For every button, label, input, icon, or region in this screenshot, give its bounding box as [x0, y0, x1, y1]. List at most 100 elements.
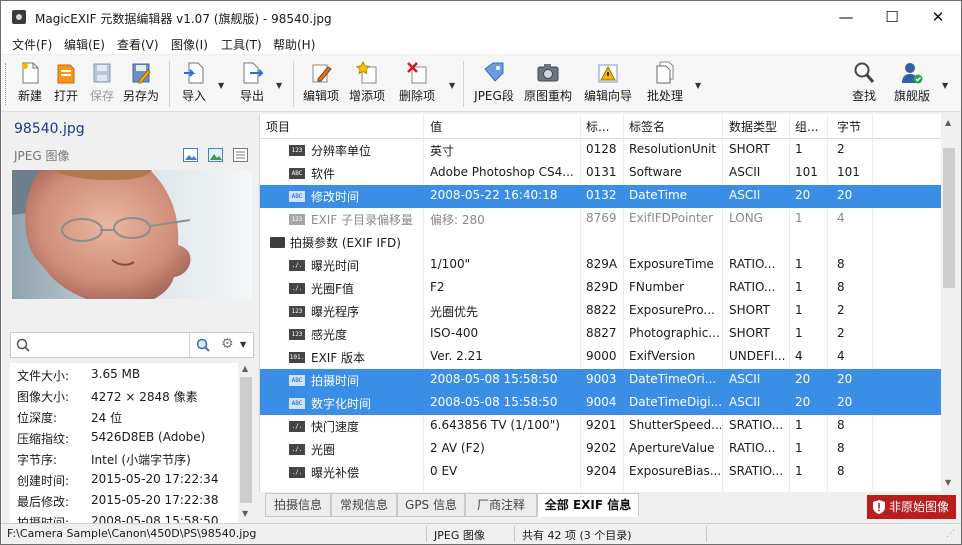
magnifier-icon [854, 62, 875, 83]
bytes-cell: 2 [837, 142, 845, 156]
tag-cell: 9201 [586, 418, 617, 432]
find-button[interactable]: 查找 [849, 59, 879, 109]
count-cell: 1 [795, 280, 803, 294]
menu-tools[interactable]: 工具(T) [221, 36, 262, 53]
table-row[interactable]: ABC 数字化时间 2008-05-08 15:58:50 9004 DateTimeD… [260, 392, 942, 415]
type-cell: SHORT [729, 142, 770, 156]
item-cell: 光圈 [311, 443, 336, 457]
property-label: 拍摄时间: [17, 516, 70, 523]
jpeg-section-button[interactable]: JPEG段 [473, 59, 515, 109]
tab-general-info[interactable]: 常规信息 [331, 493, 397, 517]
table-row[interactable]: 123 感光度 ISO-400 8827 Photographic... SHORT 1 2 [260, 323, 942, 346]
table-row[interactable]: ./. 光圈F值 F2 829D FNumber RATIO... 1 8 [260, 277, 942, 300]
col-item[interactable]: 项目 [266, 118, 290, 135]
tag-cell: 8822 [586, 303, 617, 317]
scroll-up-icon[interactable]: ▲ [242, 364, 248, 373]
tag-cell: 9000 [586, 349, 617, 363]
col-value[interactable]: 值 [430, 118, 442, 135]
table-row[interactable]: ABC 拍摄时间 2008-05-08 15:58:50 9003 DateTimeOr… [260, 369, 942, 392]
table-row[interactable]: 101. EXIF 版本 Ver. 2.21 9000 ExifVersion UNDEF… [260, 346, 942, 369]
batch-button[interactable]: 批处理 [645, 59, 685, 109]
search-field[interactable]: ⚙ ▼ [10, 332, 254, 358]
menu-edit[interactable]: 编辑(E) [64, 36, 105, 53]
col-data-type[interactable]: 数据类型 [729, 118, 777, 135]
open-button[interactable]: 打开 [51, 59, 81, 109]
tab-gps-info[interactable]: GPS 信息 [397, 493, 465, 517]
table-row[interactable]: ./. 曝光时间 1/100" 829A ExposureTime RATIO... 1 8 [260, 254, 942, 277]
property-label: 创建时间: [17, 474, 70, 488]
minimize-button[interactable]: — [823, 1, 869, 33]
rebuild-button[interactable]: 原图重构 [523, 59, 573, 109]
image-view-icon[interactable] [183, 148, 198, 162]
menu-help[interactable]: 帮助(H) [273, 36, 315, 53]
settings-dropdown-icon[interactable]: ▼ [240, 340, 246, 349]
save-button[interactable]: 保存 [87, 59, 117, 109]
properties-scroll-thumb[interactable] [240, 377, 252, 503]
toolbar-grip[interactable] [5, 63, 8, 105]
tab-all-exif[interactable]: 全部 EXIF 信息 [537, 493, 639, 517]
properties-scrollbar[interactable]: ▲ ▼ [239, 363, 253, 523]
type-cell: SRATIO... [729, 418, 784, 432]
new-button[interactable]: 新建 [15, 59, 45, 109]
table-row[interactable]: ./. 光圈 2 AV (F2) 9202 ApertureValue RATIO... 1… [260, 438, 942, 461]
item-cell: 曝光时间 [311, 259, 360, 273]
tab-shooting-info[interactable]: 拍摄信息 [265, 493, 331, 517]
table-row[interactable]: ABC 修改时间 2008-05-22 16:40:18 0132 DateTime AS… [260, 185, 942, 208]
edition-dropdown-icon[interactable]: ▼ [942, 81, 948, 90]
export-dropdown-icon[interactable]: ▼ [276, 81, 282, 90]
app-window: MagicEXIF 元数据编辑器 v1.07 (旗舰版) - 98540.jpg… [0, 0, 962, 545]
col-bytes[interactable]: 字节 [837, 118, 861, 135]
col-tag[interactable]: 标... [586, 118, 609, 135]
status-count: 共有 42 项 (3 个目录) [522, 529, 632, 542]
add-item-button[interactable]: 增添项 [347, 59, 387, 109]
table-group-row[interactable]: 拍摄参数 (EXIF IFD) [260, 231, 942, 254]
table-row[interactable]: ./. 快门速度 6.643856 TV (1/100") 9201 ShutterSp… [260, 415, 942, 438]
table-scroll-up-icon[interactable]: ▲ [945, 118, 951, 127]
value-type-icon: ABC [289, 375, 305, 386]
close-button[interactable]: ✕ [915, 1, 961, 33]
import-dropdown-icon[interactable]: ▼ [218, 81, 224, 90]
type-cell: SHORT [729, 326, 770, 340]
import-button[interactable]: 导入 [179, 59, 209, 109]
export-button[interactable]: 导出 [237, 59, 267, 109]
property-value: 5426D8EB (Adobe) [91, 430, 206, 444]
menu-file[interactable]: 文件(F) [12, 36, 52, 53]
menu-image[interactable]: 图像(I) [171, 36, 208, 53]
search-options-icon[interactable] [195, 337, 211, 353]
table-scroll-thumb[interactable] [943, 148, 955, 288]
maximize-button[interactable]: ☐ [869, 1, 915, 33]
settings-gear-icon[interactable]: ⚙ [221, 336, 234, 352]
more-dropdown-icon[interactable]: ▼ [449, 81, 455, 90]
table-row[interactable]: ./. 曝光补偿 0 EV 9204 ExposureBias... SRATIO... 1… [260, 461, 942, 484]
table-row[interactable]: 123 曝光程序 光圈优先 8822 ExposurePro... SHORT 1 2 [260, 300, 942, 323]
delete-item-button[interactable]: 删除项 [397, 59, 437, 109]
picture-view-icon[interactable] [208, 148, 223, 162]
save-disk-icon [93, 63, 111, 83]
edit-item-button[interactable]: 编辑项 [301, 59, 341, 109]
non-original-badge[interactable]: 非原始图像 [867, 495, 956, 519]
edition-button[interactable]: 旗舰版 [891, 59, 933, 109]
table-row[interactable]: 123 分辨率单位 英寸 0128 ResolutionUnit SHORT 1 2 [260, 139, 942, 162]
menu-view[interactable]: 查看(V) [117, 36, 159, 53]
count-cell: 1 [795, 326, 803, 340]
details-view-icon[interactable] [233, 148, 248, 162]
col-count[interactable]: 组... [795, 118, 818, 135]
col-tag-name[interactable]: 标签名 [629, 118, 665, 135]
save-as-button[interactable]: 另存为 [121, 59, 161, 109]
table-scroll-down-icon[interactable]: ▼ [945, 478, 951, 487]
tab-maker-notes[interactable]: 厂商注释 [465, 493, 537, 517]
wizard-button[interactable]: 编辑向导 [583, 59, 633, 109]
scroll-down-icon[interactable]: ▼ [242, 509, 248, 518]
toolbar-separator [293, 61, 294, 107]
batch-dropdown-icon[interactable]: ▼ [695, 81, 701, 90]
name-cell: ResolutionUnit [629, 142, 717, 156]
jpeg-section-label: JPEG段 [474, 89, 514, 103]
file-info-panel: 98540.jpg JPEG 图像 ⚙ ▼ 文件大小: 3.65 MB 图像大小… [1, 112, 257, 524]
count-cell: 1 [795, 142, 803, 156]
table-row[interactable]: 123 EXIF 子目录偏移量 偏移: 280 8769 ExifIFDPointer L… [260, 208, 942, 231]
table-scrollbar[interactable]: ▲ ▼ [941, 114, 957, 492]
table-row[interactable]: ABC 软件 Adobe Photoshop CS4... 0131 Software A… [260, 162, 942, 185]
save-as-icon [132, 63, 151, 84]
resize-grip-icon[interactable]: ⋰ [946, 529, 955, 539]
value-type-icon: 123 [289, 145, 305, 156]
